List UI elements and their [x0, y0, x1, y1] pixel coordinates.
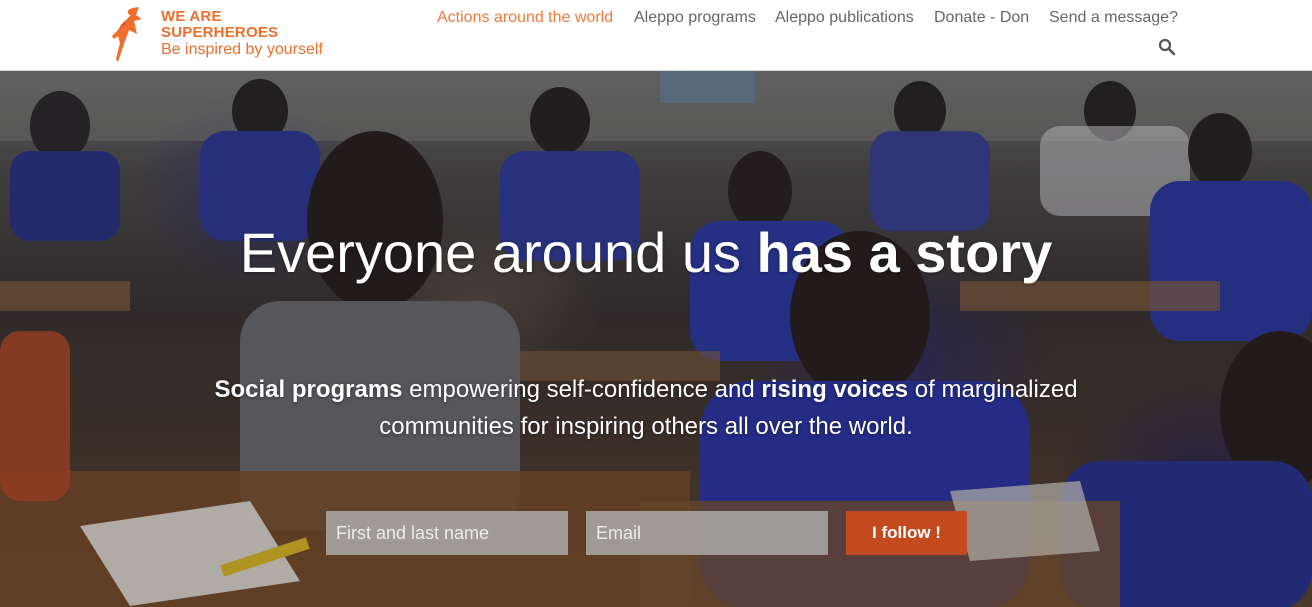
hero-subtitle-bold-1: Social programs: [214, 376, 403, 403]
email-input[interactable]: [586, 511, 828, 555]
nav-item-send-a-message[interactable]: Send a message?: [1049, 8, 1178, 27]
hero-title: Everyone around us has a story: [0, 221, 1292, 285]
main-navigation: Actions around the world Aleppo programs…: [0, 0, 1312, 36]
hero-title-bold: has a story: [756, 221, 1053, 284]
nav-item-aleppo-programs[interactable]: Aleppo programs: [634, 8, 756, 27]
site-header: WE ARE SUPERHEROES Be inspired by yourse…: [0, 0, 1312, 71]
search-icon: [1158, 38, 1176, 56]
hero-subtitle: Social programs empowering self-confiden…: [150, 371, 1142, 445]
name-input[interactable]: [326, 511, 568, 555]
hero-section: Everyone around us has a story Social pr…: [0, 71, 1312, 607]
hero-subtitle-bold-2: rising voices: [761, 376, 909, 403]
logo-tagline: Be inspired by yourself: [161, 41, 323, 58]
nav-item-actions-around-the-world[interactable]: Actions around the world: [437, 8, 613, 27]
nav-item-aleppo-publications[interactable]: Aleppo publications: [775, 8, 914, 27]
nav-item-donate[interactable]: Donate - Don: [934, 8, 1029, 27]
hero-subtitle-text-1: empowering self-confidence and: [402, 376, 762, 403]
hero-title-regular: Everyone around us: [239, 221, 757, 284]
follow-button[interactable]: I follow !: [846, 511, 967, 555]
search-button[interactable]: [1158, 38, 1176, 56]
